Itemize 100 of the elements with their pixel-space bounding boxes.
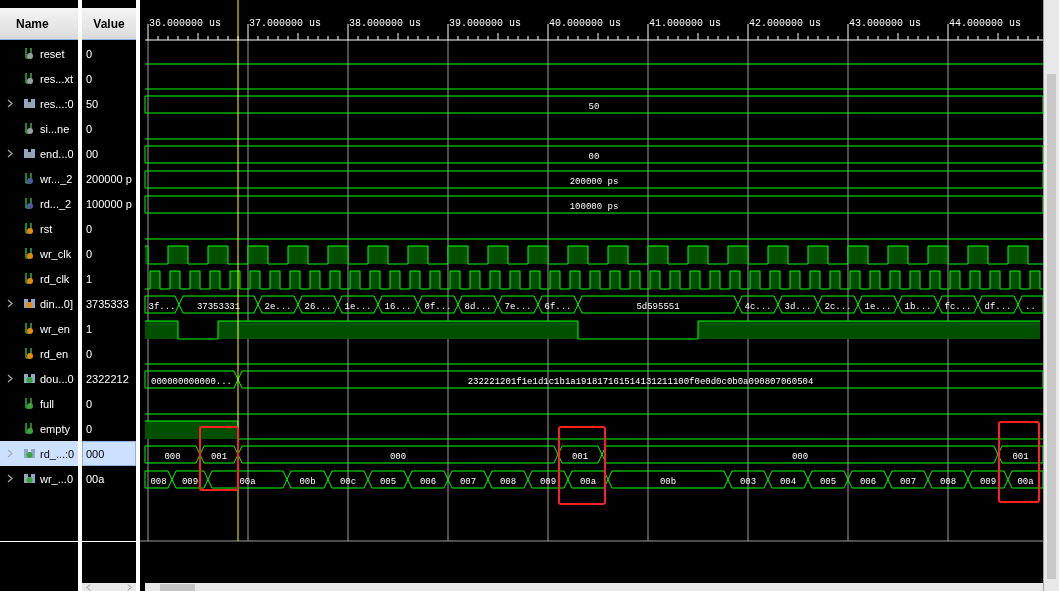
- bus-segment: [297, 295, 339, 314]
- bus-icon: [23, 97, 36, 110]
- bus-value: 000: [389, 451, 407, 462]
- bus-value: 008: [939, 476, 957, 487]
- bus-icon: [23, 297, 36, 310]
- signal-name[interactable]: empty: [0, 416, 78, 441]
- signal-value: 200000 p: [85, 171, 133, 187]
- signal-name[interactable]: wr_en: [0, 316, 78, 341]
- bus-value: 009: [979, 476, 997, 487]
- signal-name[interactable]: reset: [0, 41, 78, 66]
- signal-name[interactable]: wr_...0: [0, 466, 78, 491]
- signal-icon: [23, 397, 36, 410]
- bus-value: 200000 ps: [569, 176, 619, 187]
- expand-chevron-icon[interactable]: [7, 149, 13, 158]
- time-label: 41.000000 us: [649, 18, 721, 29]
- time-label: 38.000000 us: [349, 18, 421, 29]
- bus-value: 005: [819, 476, 837, 487]
- bus-value: 006: [419, 476, 437, 487]
- bus-segment: [777, 295, 819, 314]
- bus-value: 1e...: [864, 301, 892, 312]
- signal-name[interactable]: rst: [0, 216, 78, 241]
- bus-segment: [447, 470, 489, 489]
- bus-value: 8d...: [464, 301, 492, 312]
- signal-name[interactable]: full: [0, 391, 78, 416]
- bus-value: 16...: [384, 301, 412, 312]
- bus-segment: [144, 470, 173, 489]
- bus-value: 00a: [579, 476, 597, 487]
- scroll-right-icon[interactable]: [127, 583, 132, 591]
- bus-value: 00b: [659, 476, 677, 487]
- bus-segment: [847, 470, 889, 489]
- bus-segment: [327, 470, 369, 489]
- bus-segment: [967, 470, 1009, 489]
- bus-value: 007: [459, 476, 477, 487]
- signal-value: 0: [85, 121, 94, 137]
- highlight-box: [199, 426, 239, 491]
- bus-segment: [887, 470, 929, 489]
- signal-name[interactable]: res...:0: [0, 91, 78, 116]
- signal-value: 100000 p: [85, 196, 133, 212]
- bus-segment: [927, 470, 969, 489]
- bus-value: 3f...: [148, 301, 176, 312]
- signal-name[interactable]: end...0: [0, 141, 78, 166]
- bus-segment: [1007, 470, 1043, 489]
- bus-value: 009: [181, 476, 199, 487]
- expand-chevron-icon[interactable]: [7, 99, 13, 108]
- bus-value: 00c: [339, 476, 357, 487]
- expand-chevron-icon[interactable]: [7, 374, 13, 383]
- signal-name[interactable]: wr..._2: [0, 166, 78, 191]
- name-column-header[interactable]: Name: [0, 8, 78, 40]
- bus-value: 003: [739, 476, 757, 487]
- signal-name[interactable]: rd..._2: [0, 191, 78, 216]
- bus-value: 008: [499, 476, 517, 487]
- signal-value: 00a: [85, 471, 106, 487]
- bus-value: 7e...: [504, 301, 532, 312]
- signal-name[interactable]: wr_clk: [0, 241, 78, 266]
- bus-icon: [23, 472, 36, 485]
- time-label: 36.000000 us: [149, 18, 221, 29]
- signal-icon: [23, 172, 36, 185]
- signal-value: 00: [85, 146, 100, 162]
- signal-value: 0: [85, 346, 94, 362]
- bus-value: df...: [984, 301, 1012, 312]
- signal-value: 2322212: [85, 371, 130, 387]
- signal-name[interactable]: si...ne: [0, 116, 78, 141]
- cursor-line[interactable]: [237, 0, 239, 542]
- bus-value: 00b: [299, 476, 316, 487]
- signal-value: 50: [85, 96, 100, 112]
- horizontal-scrollbar[interactable]: [145, 583, 1043, 591]
- bus-value: 1b...: [904, 301, 932, 312]
- signal-name[interactable]: dou...0: [0, 366, 78, 391]
- bus-segment: [807, 470, 849, 489]
- vertical-scrollbar[interactable]: [1043, 0, 1059, 591]
- bus-value: 37353331: [196, 301, 241, 312]
- bus-segment: [527, 470, 569, 489]
- bus-value: 3d...: [784, 301, 812, 312]
- bus-value: 0f...: [424, 301, 452, 312]
- expand-chevron-icon[interactable]: [7, 474, 13, 483]
- bus-value: 000: [791, 451, 809, 462]
- bus-segment: [457, 295, 499, 314]
- scroll-left-icon[interactable]: [86, 583, 91, 591]
- signal-value: 0: [85, 71, 94, 87]
- time-label: 39.000000 us: [449, 18, 521, 29]
- expand-chevron-icon[interactable]: [7, 299, 13, 308]
- signal-name[interactable]: rd_en: [0, 341, 78, 366]
- horizontal-scrollbar[interactable]: [82, 583, 136, 591]
- signal-icon: [23, 322, 36, 335]
- signal-name[interactable]: rd_...:0: [0, 441, 78, 466]
- value-column-header[interactable]: Value: [82, 8, 136, 40]
- signal-value: 1: [85, 271, 94, 287]
- signal-name[interactable]: din...0]: [0, 291, 78, 316]
- signal-name[interactable]: res...xt: [0, 66, 78, 91]
- time-label: 43.000000 us: [849, 18, 921, 29]
- bus-segment: [497, 295, 539, 314]
- signal-icon: [23, 272, 36, 285]
- time-label: 40.000000 us: [549, 18, 621, 29]
- signal-name[interactable]: rd_clk: [0, 266, 78, 291]
- bus-value: 006: [859, 476, 877, 487]
- time-label: 37.000000 us: [249, 18, 321, 29]
- bus-segment: [377, 295, 419, 314]
- bus-segment: [937, 295, 979, 314]
- signal-value: 0: [85, 221, 94, 237]
- signal-icon: [23, 422, 36, 435]
